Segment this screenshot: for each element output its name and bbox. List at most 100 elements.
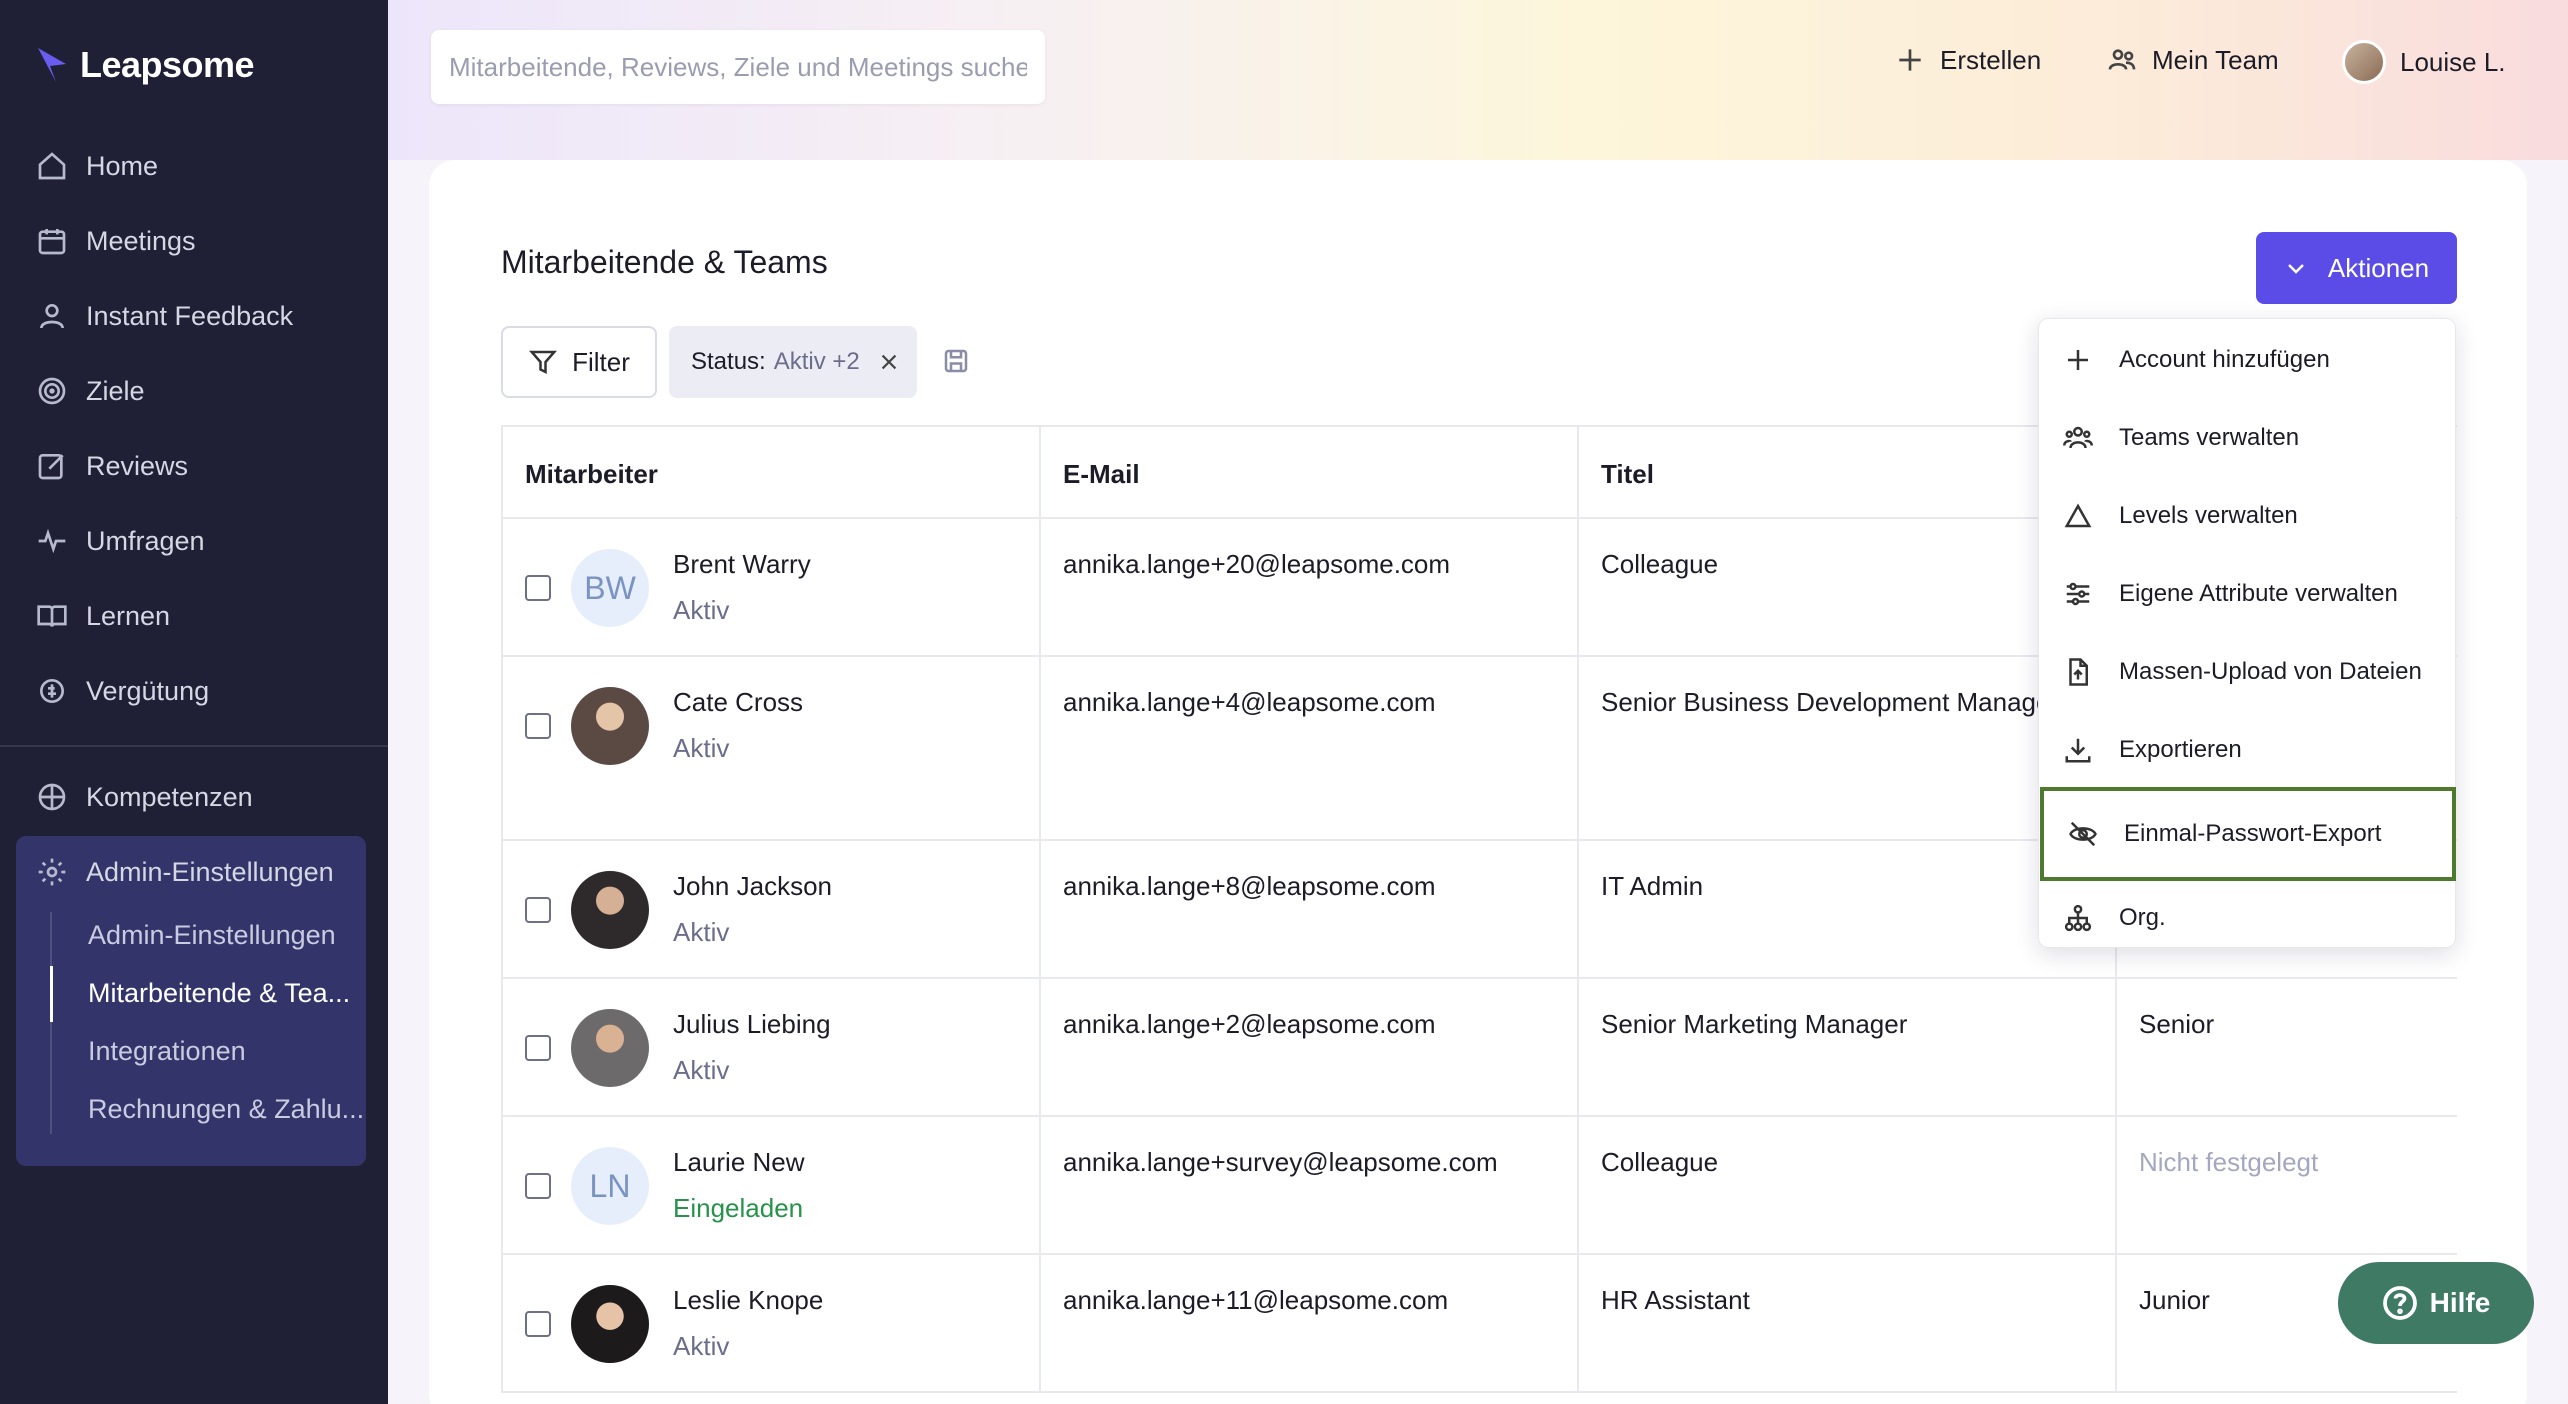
row-checkbox[interactable] (525, 897, 551, 923)
employee-status: Aktiv (673, 733, 730, 763)
menu-item-label: Levels verwalten (2119, 502, 2298, 529)
menu-item-add-account[interactable]: Account hinzufügen (2039, 321, 2457, 399)
submenu-item-billing[interactable]: Rechnungen & Zahlu... (88, 1094, 364, 1125)
avatar: LN (571, 1147, 649, 1225)
email-cell: annika.lange+8@leapsome.com (1041, 841, 1579, 977)
row-checkbox[interactable] (525, 1035, 551, 1061)
menu-item-bulk-upload[interactable]: Massen-Upload von Dateien (2039, 633, 2457, 711)
avatar (571, 687, 649, 765)
sidebar-item-compensation[interactable]: Vergütung (36, 661, 209, 721)
employee-name[interactable]: John Jackson (673, 871, 832, 902)
menu-item-org-chart[interactable]: Org. (2039, 879, 2457, 957)
sidebar-divider (0, 745, 388, 747)
menu-item-label: Teams verwalten (2119, 424, 2300, 451)
employee-cell: BW Brent Warry Aktiv (503, 519, 1041, 655)
actions-label: Aktionen (2327, 252, 2430, 283)
employee-status: Aktiv (673, 1331, 730, 1361)
user-menu[interactable]: Louise L. (2342, 40, 2506, 84)
employee-cell: Leslie Knope Aktiv (503, 1255, 1041, 1391)
table-row[interactable]: Julius Liebing Aktiv annika.lange+2@leap… (503, 979, 2457, 1117)
sidebar-item-label: Admin-Einstellungen (86, 856, 334, 887)
gear-icon (38, 858, 66, 886)
email-cell: annika.lange+survey@leapsome.com (1041, 1117, 1579, 1253)
row-checkbox[interactable] (525, 575, 551, 601)
chevron-down-icon (2288, 264, 2304, 274)
table-row[interactable]: LN Laurie New Eingeladen annika.lange+su… (503, 1117, 2457, 1255)
sidebar-item-label: Kompetenzen (86, 781, 253, 812)
search-input[interactable] (431, 30, 1045, 104)
header-employee[interactable]: Mitarbeiter (503, 427, 1041, 517)
help-label: Hilfe (2429, 1287, 2491, 1318)
sidebar-item-label: Meetings (86, 225, 196, 256)
header-title[interactable]: Titel (1579, 427, 2117, 517)
eye-off-icon (2069, 821, 2097, 847)
employee-status: Aktiv (673, 1055, 730, 1085)
menu-item-manage-teams[interactable]: Teams verwalten (2039, 399, 2457, 477)
sidebar-item-instant-feedback[interactable]: Instant Feedback (36, 286, 293, 346)
menu-item-label: Eigene Attribute verwalten (2119, 580, 2398, 607)
employee-name[interactable]: Julius Liebing (673, 1009, 831, 1040)
submenu-item-integrations[interactable]: Integrationen (88, 1036, 246, 1067)
calendar-icon (38, 229, 66, 255)
feedback-icon (40, 304, 64, 329)
menu-item-custom-attributes[interactable]: Eigene Attribute verwalten (2039, 555, 2457, 633)
submenu-item-employees-teams[interactable]: Mitarbeitende & Tea... (88, 978, 350, 1009)
file-upload-icon (2069, 658, 2088, 686)
question-icon (2382, 1286, 2417, 1320)
help-button[interactable]: Hilfe (2338, 1262, 2534, 1344)
create-button[interactable]: Erstellen (1894, 44, 2041, 76)
sidebar-item-label: Reviews (86, 450, 189, 481)
sidebar: Leapsome Home Meetings Instant Feedback … (0, 0, 388, 1404)
menu-item-manage-levels[interactable]: Levels verwalten (2039, 477, 2457, 555)
employee-name[interactable]: Laurie New (673, 1147, 805, 1178)
plus-icon (1899, 49, 1921, 71)
employee-cell: LN Laurie New Eingeladen (503, 1117, 1041, 1253)
avatar: BW (571, 549, 649, 627)
brand-logo[interactable]: Leapsome (36, 44, 255, 86)
row-checkbox[interactable] (525, 713, 551, 739)
employee-name[interactable]: Cate Cross (673, 687, 803, 718)
sidebar-item-reviews[interactable]: Reviews (36, 436, 188, 496)
close-icon[interactable] (878, 351, 900, 373)
avatar (571, 871, 649, 949)
status-filter-chip[interactable]: Status: Aktiv +2 (669, 326, 917, 398)
actions-button[interactable]: Aktionen (2256, 232, 2457, 304)
employee-cell: Julius Liebing Aktiv (503, 979, 1041, 1115)
brand-name: Leapsome (80, 44, 255, 85)
pulse-icon (38, 528, 66, 554)
email-cell: annika.lange+4@leapsome.com (1041, 657, 1579, 839)
title-cell: Colleague (1579, 1117, 2117, 1253)
employee-name[interactable]: Brent Warry (673, 549, 811, 580)
employee-name[interactable]: Leslie Knope (673, 1285, 823, 1316)
header-email[interactable]: E-Mail (1041, 427, 1579, 517)
employee-cell: John Jackson Aktiv (503, 841, 1041, 977)
users-icon (2108, 49, 2136, 70)
filter-button[interactable]: Filter (501, 326, 657, 398)
row-checkbox[interactable] (525, 1311, 551, 1337)
sidebar-item-competencies[interactable]: Kompetenzen (36, 767, 253, 827)
menu-item-label: Account hinzufügen (2119, 346, 2330, 373)
submenu-item-admin-settings[interactable]: Admin-Einstellungen (88, 920, 336, 951)
sidebar-item-goals[interactable]: Ziele (36, 361, 145, 421)
sliders-icon (2066, 582, 2090, 606)
my-team-label: Mein Team (2152, 44, 2279, 75)
level-cell: Nicht festgelegt (2139, 1147, 2319, 1177)
row-checkbox[interactable] (525, 1173, 551, 1199)
sidebar-item-learning[interactable]: Lernen (36, 586, 170, 646)
save-icon[interactable] (941, 346, 971, 376)
search-box[interactable] (431, 30, 1045, 104)
home-icon (38, 152, 66, 180)
sidebar-item-home[interactable]: Home (36, 136, 158, 196)
target-icon (38, 377, 66, 405)
table-row[interactable]: Leslie Knope Aktiv annika.lange+11@leaps… (503, 1255, 2457, 1393)
sidebar-item-admin-settings[interactable]: Admin-Einstellungen (36, 842, 334, 902)
menu-item-export[interactable]: Exportieren (2039, 711, 2457, 789)
employee-cell: Cate Cross Aktiv (503, 657, 1041, 839)
my-team-button[interactable]: Mein Team (2106, 44, 2279, 76)
menu-item-one-time-password-export[interactable]: Einmal-Passwort-Export (2040, 787, 2456, 881)
sidebar-item-meetings[interactable]: Meetings (36, 211, 196, 271)
filter-icon (529, 350, 558, 375)
title-cell: IT Admin (1579, 841, 2117, 977)
sidebar-item-surveys[interactable]: Umfragen (36, 511, 205, 571)
email-cell: annika.lange+20@leapsome.com (1041, 519, 1579, 655)
